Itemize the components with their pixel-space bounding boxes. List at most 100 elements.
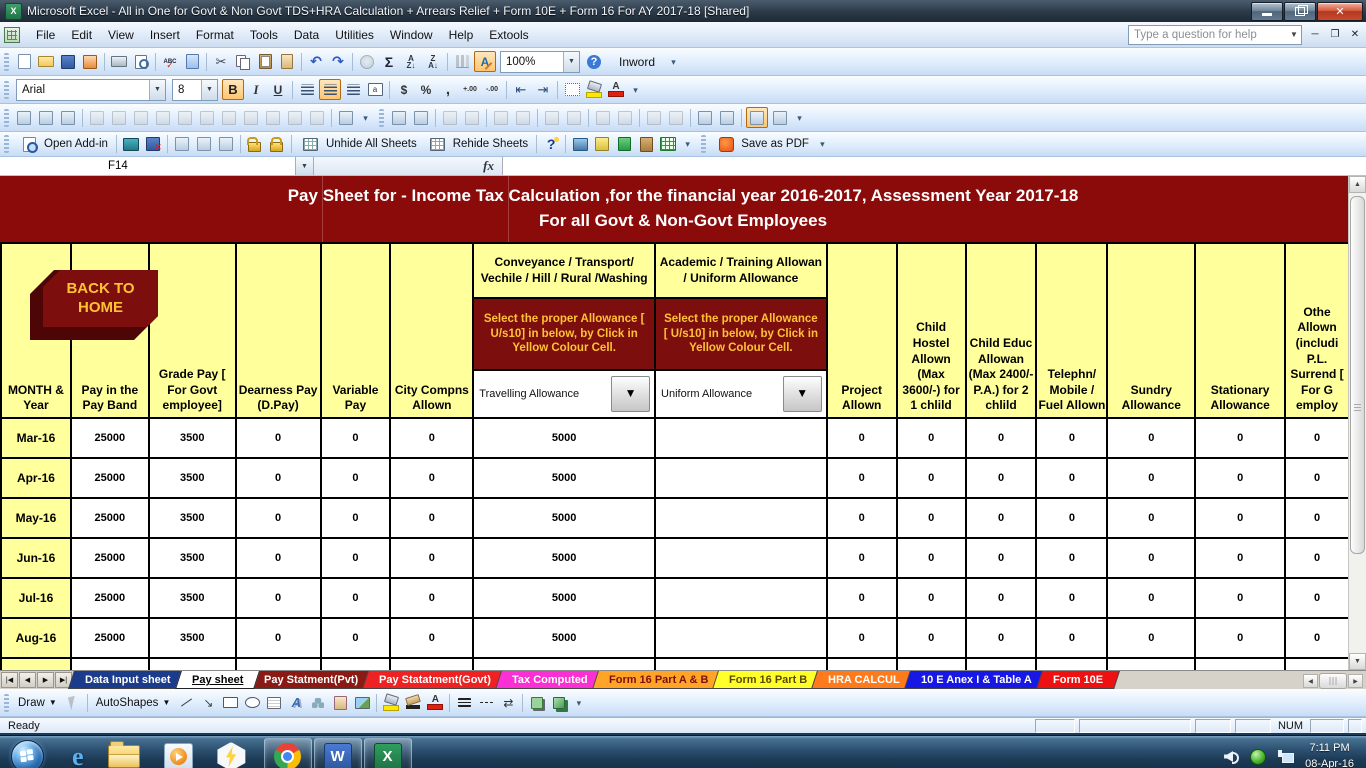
option-button-icon[interactable] xyxy=(153,108,173,127)
unlock-gold-icon[interactable] xyxy=(245,135,265,154)
bold-icon[interactable] xyxy=(222,79,244,100)
value-cell[interactable]: 0 xyxy=(828,419,898,457)
value-cell[interactable]: 0 xyxy=(1196,499,1287,537)
sheet-tab-hra-calcul[interactable]: HRA CALCUL xyxy=(811,671,917,689)
value-cell[interactable]: 0 xyxy=(237,579,322,617)
header-sundry[interactable]: Sundry Allowance xyxy=(1108,244,1197,417)
close-button[interactable]: ✕ xyxy=(1317,1,1363,21)
workbook-minimize-button[interactable]: ─ xyxy=(1308,29,1322,40)
value-cell[interactable]: 0 xyxy=(898,579,967,617)
toolbar-options-icon[interactable]: ▾ xyxy=(668,57,679,66)
header-other-allowance[interactable]: Othe Allown (includi P.L. Surrend [ For … xyxy=(1286,244,1350,417)
merge-center-icon[interactable] xyxy=(365,80,385,99)
next-sheet-icon[interactable]: ▶ xyxy=(37,672,54,688)
volume-icon[interactable] xyxy=(1224,750,1240,764)
align-left-icon[interactable] xyxy=(297,80,317,99)
header-child-hostel[interactable]: Child Hostel Allown (Max 3600/-) for 1 c… xyxy=(898,244,967,417)
picture-icon[interactable] xyxy=(352,693,372,712)
value-cell[interactable]: 0 xyxy=(322,419,392,457)
checkbox-icon[interactable] xyxy=(87,108,107,127)
value-cell[interactable]: 0 xyxy=(322,459,392,497)
open-icon[interactable] xyxy=(36,52,56,71)
word-taskbar-button[interactable]: W xyxy=(313,738,362,768)
value-cell[interactable]: 0 xyxy=(1037,619,1109,657)
align-right-icon[interactable] xyxy=(343,80,363,99)
restore-button[interactable] xyxy=(1284,1,1316,21)
option-button2-icon[interactable] xyxy=(513,108,533,127)
value-cell[interactable]: 0 xyxy=(1286,619,1350,657)
drawing-toggle-icon[interactable] xyxy=(474,51,496,72)
clipboard-note-icon[interactable] xyxy=(636,135,656,154)
value-cell[interactable]: 5000 xyxy=(474,619,657,657)
help-sparkle-icon[interactable] xyxy=(541,135,561,154)
value-cell[interactable]: 5000 xyxy=(474,499,657,537)
combo-box-icon[interactable] xyxy=(197,108,217,127)
value-cell[interactable]: 0 xyxy=(967,579,1038,617)
toolbar-grip[interactable] xyxy=(379,108,384,127)
toolbar-options-icon[interactable]: ▾ xyxy=(682,140,693,149)
chart-wizard-icon[interactable] xyxy=(452,52,472,71)
diagram-icon[interactable] xyxy=(308,693,328,712)
sheet-shift-icon[interactable] xyxy=(216,135,236,154)
value-cell[interactable] xyxy=(656,539,828,577)
insert-function-icon[interactable]: fx xyxy=(483,158,494,174)
value-cell[interactable]: 25000 xyxy=(72,459,150,497)
value-cell[interactable]: 0 xyxy=(1037,579,1109,617)
value-cell[interactable]: 3500 xyxy=(150,619,237,657)
network-icon[interactable] xyxy=(1277,750,1295,763)
value-cell[interactable]: 0 xyxy=(828,579,898,617)
freeze-grid-icon[interactable] xyxy=(194,135,214,154)
view-code2-icon[interactable] xyxy=(717,108,737,127)
value-cell[interactable]: 0 xyxy=(967,499,1038,537)
toolbar-options-icon[interactable]: ▾ xyxy=(794,113,805,122)
toolbar-grip[interactable] xyxy=(4,693,9,712)
threed-icon[interactable] xyxy=(549,693,569,712)
scroll-up-icon[interactable]: ▲ xyxy=(1349,176,1366,193)
value-cell[interactable]: 0 xyxy=(1286,579,1350,617)
line-style-icon[interactable] xyxy=(454,693,474,712)
copy-icon[interactable] xyxy=(233,52,253,71)
window-grid-icon[interactable] xyxy=(570,135,590,154)
format-painter-icon[interactable] xyxy=(277,52,297,71)
group-box-icon[interactable] xyxy=(219,108,239,127)
chevron-down-icon[interactable]: ▼ xyxy=(149,79,165,100)
open-addin-button[interactable]: Open Add-in xyxy=(13,134,113,155)
fill-color-icon[interactable] xyxy=(584,80,604,99)
properties2-icon[interactable] xyxy=(695,108,715,127)
menu-format[interactable]: Format xyxy=(188,25,242,45)
forms-properties-icon[interactable] xyxy=(36,108,56,127)
tray-status-icon[interactable] xyxy=(1250,748,1267,765)
toggle-button-icon[interactable] xyxy=(462,108,482,127)
value-cell[interactable]: 0 xyxy=(1108,419,1197,457)
value-cell[interactable]: 0 xyxy=(1286,459,1350,497)
help-icon[interactable] xyxy=(584,52,604,71)
value-cell[interactable]: 0 xyxy=(1196,419,1287,457)
back-to-home-button[interactable]: BACK TO HOME xyxy=(30,270,158,340)
redo-icon[interactable] xyxy=(328,52,348,71)
increase-indent-icon[interactable] xyxy=(533,80,553,99)
academic-allowance-dropdown[interactable]: Uniform Allowance ▼ xyxy=(656,371,826,417)
rehide-sheets-button[interactable]: Rehide Sheets xyxy=(422,134,533,155)
value-cell[interactable]: 25000 xyxy=(72,539,150,577)
value-cell[interactable]: 3500 xyxy=(150,419,237,457)
text-box-icon[interactable] xyxy=(264,693,284,712)
value-cell[interactable] xyxy=(1196,659,1287,670)
value-cell[interactable]: 0 xyxy=(828,619,898,657)
borders-icon[interactable] xyxy=(562,80,582,99)
font-name-combo[interactable]: Arial ▼ xyxy=(16,78,166,101)
vertical-scroll-thumb[interactable] xyxy=(1350,196,1365,554)
chevron-down-icon[interactable]: ▼ xyxy=(1287,30,1301,39)
new-icon[interactable] xyxy=(14,52,34,71)
value-cell[interactable]: 0 xyxy=(1196,579,1287,617)
print-icon[interactable] xyxy=(109,52,129,71)
sort-descending-icon[interactable] xyxy=(423,52,443,71)
save-no-icon[interactable] xyxy=(143,135,163,154)
sheet-tab-tax-computed[interactable]: Tax Computed xyxy=(495,671,605,689)
value-cell[interactable] xyxy=(967,659,1038,670)
grid-active-icon[interactable] xyxy=(746,107,768,128)
hyperlink-icon[interactable] xyxy=(357,52,377,71)
chevron-down-icon[interactable]: ▼ xyxy=(201,79,217,100)
value-cell[interactable]: 0 xyxy=(391,499,475,537)
value-cell[interactable]: 0 xyxy=(237,539,322,577)
arrow-style-icon[interactable] xyxy=(498,693,518,712)
